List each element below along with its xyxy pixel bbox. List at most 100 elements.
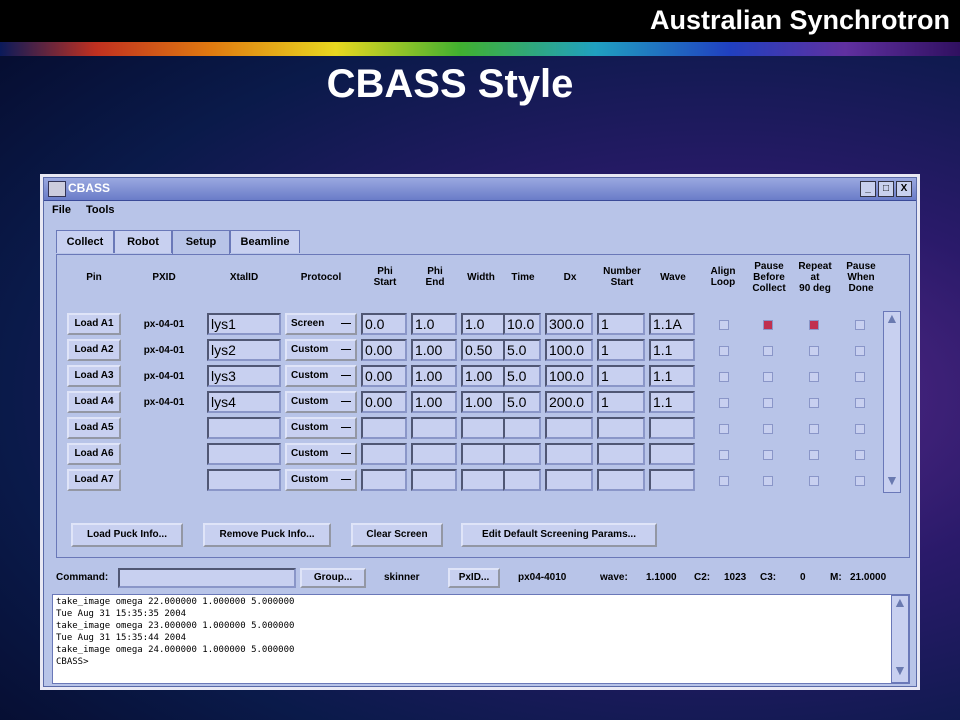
load-puck-info-button[interactable]: Load Puck Info... [71, 523, 183, 547]
protocol-select[interactable]: Custom — [285, 417, 357, 439]
num-input[interactable]: 1 [597, 313, 645, 335]
load-button[interactable]: Load A7 [67, 469, 121, 491]
xtalid-input[interactable]: lys4 [207, 391, 281, 413]
protocol-select[interactable]: Custom — [285, 469, 357, 491]
protocol-select[interactable]: Screen — [285, 313, 357, 335]
num-input[interactable] [597, 417, 645, 439]
xtalid-input[interactable]: lys2 [207, 339, 281, 361]
checkbox-repeat-at-90[interactable] [809, 320, 819, 330]
menu-tools[interactable]: Tools [86, 204, 115, 216]
xtalid-input[interactable] [207, 443, 281, 465]
checkbox-repeat-at-90[interactable] [809, 450, 819, 460]
checkbox-pause-before-collect[interactable] [763, 398, 773, 408]
checkbox-pause-when-done[interactable] [855, 320, 865, 330]
width-input[interactable]: 0.50 [461, 339, 507, 361]
table-scrollbar[interactable]: ▲ ▼ [883, 310, 901, 493]
checkbox-align-loop[interactable] [719, 450, 729, 460]
num-input[interactable] [597, 443, 645, 465]
phi-end-input[interactable] [411, 443, 457, 465]
checkbox-pause-before-collect[interactable] [763, 320, 773, 330]
load-button[interactable]: Load A5 [67, 417, 121, 439]
wave-input[interactable] [649, 417, 695, 439]
phi-start-input[interactable]: 0.00 [361, 391, 407, 413]
checkbox-pause-before-collect[interactable] [763, 424, 773, 434]
checkbox-repeat-at-90[interactable] [809, 424, 819, 434]
dx-input[interactable] [545, 469, 593, 491]
load-button[interactable]: Load A6 [67, 443, 121, 465]
wave-input[interactable] [649, 443, 695, 465]
phi-start-input[interactable]: 0.00 [361, 365, 407, 387]
scroll-up-icon[interactable]: ▲ [893, 594, 907, 610]
pxid-button[interactable]: PxID... [448, 568, 500, 588]
wave-input[interactable]: 1.1A [649, 313, 695, 335]
width-input[interactable] [461, 469, 507, 491]
phi-end-input[interactable]: 1.00 [411, 365, 457, 387]
time-input[interactable] [503, 469, 541, 491]
phi-end-input[interactable] [411, 417, 457, 439]
scroll-down-icon[interactable]: ▼ [893, 662, 907, 678]
protocol-select[interactable]: Custom — [285, 339, 357, 361]
checkbox-align-loop[interactable] [719, 476, 729, 486]
dx-input[interactable]: 300.0 [545, 313, 593, 335]
phi-start-input[interactable]: 0.00 [361, 339, 407, 361]
num-input[interactable] [597, 469, 645, 491]
tab-collect[interactable]: Collect [56, 230, 114, 253]
wave-input[interactable] [649, 469, 695, 491]
scroll-up-icon[interactable]: ▲ [885, 310, 899, 326]
console-output[interactable]: ▲ ▼ take_image omega 22.000000 1.000000 … [52, 594, 910, 684]
checkbox-align-loop[interactable] [719, 372, 729, 382]
wave-input[interactable]: 1.1 [649, 339, 695, 361]
checkbox-align-loop[interactable] [719, 320, 729, 330]
checkbox-repeat-at-90[interactable] [809, 398, 819, 408]
checkbox-pause-when-done[interactable] [855, 424, 865, 434]
group-button[interactable]: Group... [300, 568, 366, 588]
checkbox-pause-before-collect[interactable] [763, 476, 773, 486]
clear-screen-button[interactable]: Clear Screen [351, 523, 443, 547]
checkbox-pause-before-collect[interactable] [763, 450, 773, 460]
load-button[interactable]: Load A1 [67, 313, 121, 335]
tab-setup[interactable]: Setup [172, 230, 230, 255]
phi-start-input[interactable]: 0.0 [361, 313, 407, 335]
checkbox-pause-before-collect[interactable] [763, 372, 773, 382]
time-input[interactable]: 5.0 [503, 365, 541, 387]
dx-input[interactable]: 100.0 [545, 339, 593, 361]
protocol-select[interactable]: Custom — [285, 391, 357, 413]
time-input[interactable]: 5.0 [503, 391, 541, 413]
protocol-select[interactable]: Custom — [285, 443, 357, 465]
phi-end-input[interactable]: 1.0 [411, 313, 457, 335]
time-input[interactable] [503, 417, 541, 439]
time-input[interactable]: 10.0 [503, 313, 541, 335]
console-scrollbar[interactable]: ▲ ▼ [891, 594, 909, 683]
checkbox-pause-before-collect[interactable] [763, 346, 773, 356]
xtalid-input[interactable] [207, 417, 281, 439]
checkbox-pause-when-done[interactable] [855, 346, 865, 356]
phi-end-input[interactable]: 1.00 [411, 391, 457, 413]
num-input[interactable]: 1 [597, 391, 645, 413]
checkbox-repeat-at-90[interactable] [809, 346, 819, 356]
checkbox-pause-when-done[interactable] [855, 398, 865, 408]
num-input[interactable]: 1 [597, 365, 645, 387]
load-button[interactable]: Load A2 [67, 339, 121, 361]
checkbox-repeat-at-90[interactable] [809, 476, 819, 486]
checkbox-align-loop[interactable] [719, 346, 729, 356]
tab-robot[interactable]: Robot [114, 230, 172, 253]
phi-start-input[interactable] [361, 443, 407, 465]
minimize-button[interactable]: _ [860, 181, 876, 197]
checkbox-pause-when-done[interactable] [855, 476, 865, 486]
checkbox-pause-when-done[interactable] [855, 450, 865, 460]
phi-end-input[interactable]: 1.00 [411, 339, 457, 361]
close-button[interactable]: X [896, 181, 912, 197]
width-input[interactable]: 1.00 [461, 365, 507, 387]
load-button[interactable]: Load A3 [67, 365, 121, 387]
protocol-select[interactable]: Custom — [285, 365, 357, 387]
menu-file[interactable]: File [52, 204, 71, 216]
phi-end-input[interactable] [411, 469, 457, 491]
checkbox-align-loop[interactable] [719, 424, 729, 434]
maximize-button[interactable]: □ [878, 181, 894, 197]
checkbox-align-loop[interactable] [719, 398, 729, 408]
window-titlebar[interactable]: CBASS _ □ X [44, 178, 916, 201]
load-button[interactable]: Load A4 [67, 391, 121, 413]
phi-start-input[interactable] [361, 469, 407, 491]
remove-puck-info-button[interactable]: Remove Puck Info... [203, 523, 331, 547]
dx-input[interactable] [545, 417, 593, 439]
